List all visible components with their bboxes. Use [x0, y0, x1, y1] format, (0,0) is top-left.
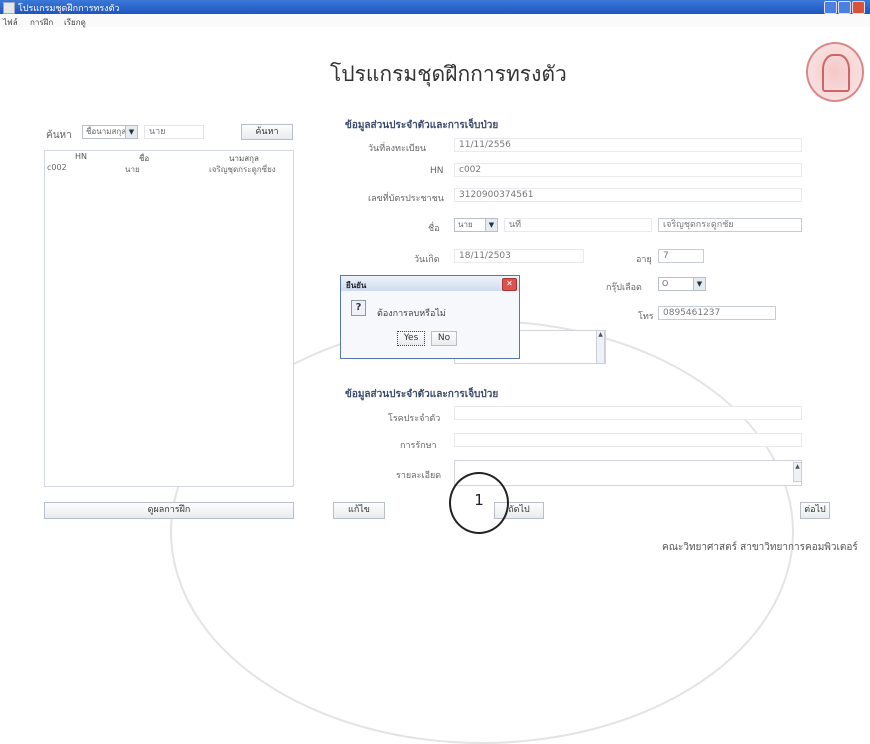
search-type-value: ชื่อนามสกุล: [86, 127, 127, 136]
hn-field[interactable]: c002: [454, 163, 802, 177]
no-button[interactable]: No: [431, 331, 457, 346]
section-heading-disease: ข้อมูลส่วนประจำตัวและการเจ็บป่วย: [345, 389, 499, 400]
maximize-icon[interactable]: [838, 1, 851, 14]
blood-label: กรุ๊ปเลือด: [606, 283, 642, 293]
notes-scrollbar[interactable]: ▲: [793, 462, 802, 482]
phone-label: โทร: [638, 312, 654, 322]
prefix-select[interactable]: นาย ▼: [454, 218, 498, 232]
treatment-field[interactable]: [454, 433, 802, 447]
treatment-label: การรักษา: [400, 441, 437, 451]
app-icon: [3, 2, 15, 14]
search-type-select[interactable]: ชื่อนามสกุล ▼: [82, 125, 138, 139]
yes-button[interactable]: Yes: [397, 331, 425, 346]
age-field[interactable]: 7: [658, 249, 704, 263]
cell-hn: c002: [47, 163, 67, 172]
menu-file[interactable]: ไฟล์: [3, 16, 18, 29]
university-seal-logo: [806, 42, 864, 102]
window-title: โปรแกรมชุดฝึกการทรงตัว: [18, 4, 120, 14]
birth-field[interactable]: 18/11/2503: [454, 249, 584, 263]
chevron-down-icon: ▼: [125, 126, 137, 138]
blood-select[interactable]: O ▼: [658, 277, 706, 291]
first-name-field[interactable]: นที: [504, 218, 652, 232]
id-field[interactable]: 3120900374561: [454, 188, 802, 202]
dialog-message: ต้องการลบหรือไม่: [377, 309, 446, 319]
notes-textarea[interactable]: [454, 460, 802, 486]
section-heading-patient: ข้อมูลส่วนประจำตัวและการเจ็บป่วย: [345, 120, 499, 131]
cell-last: เจริญชุดกระดูกซี่ยง: [209, 165, 276, 174]
birth-label: วันเกิด: [414, 255, 440, 265]
edit-button[interactable]: แก้ไข: [333, 502, 385, 519]
address-scrollbar[interactable]: ▲: [596, 330, 605, 364]
search-label: ค้นหา: [46, 130, 72, 141]
page-title: โปรแกรมชุดฝึกการทรงตัว: [330, 62, 567, 86]
close-icon[interactable]: [852, 1, 865, 14]
age-label: อายุ: [636, 255, 652, 265]
table-row[interactable]: c002 นาย เจริญชุดกระดูกซี่ยง: [45, 161, 291, 175]
close-icon[interactable]: ✕: [502, 278, 517, 291]
continue-button[interactable]: ต่อไป: [800, 502, 830, 519]
id-label: เลขที่บัตรประชาชน: [368, 194, 444, 204]
minimize-icon[interactable]: [824, 1, 837, 14]
disease-field[interactable]: [454, 406, 802, 420]
dialog-titlebar: ยืนยัน ✕: [341, 276, 519, 291]
chevron-down-icon: ▼: [693, 278, 705, 290]
phone-field[interactable]: 0895461237: [658, 306, 776, 320]
footer-credit: คณะวิทยาศาสตร์ สาขาวิทยาการคอมพิวเตอร์: [662, 542, 858, 553]
dialog-title: ยืนยัน: [346, 281, 367, 290]
chevron-down-icon: ▼: [485, 219, 497, 231]
notes-label: รายละเอียด: [396, 471, 442, 481]
name-label: ชื่อ: [428, 224, 440, 234]
menu-bar: ไฟล์ การฝึก เรียกดู: [0, 15, 870, 27]
window-titlebar: โปรแกรมชุดฝึกการทรงตัว: [0, 0, 870, 14]
disease-label: โรคประจำตัว: [388, 414, 441, 424]
hn-label: HN: [430, 166, 444, 176]
last-name-field[interactable]: เจริญชุดกระดูกชัย: [658, 218, 802, 232]
page-number: 1: [474, 491, 484, 509]
search-input[interactable]: นาย: [144, 125, 204, 139]
menu-view[interactable]: เรียกดู: [64, 16, 86, 29]
search-button[interactable]: ค้นหา: [241, 124, 293, 140]
view-results-button[interactable]: ดูผลการฝึก: [44, 502, 294, 519]
page-marker-circle: 1: [449, 472, 509, 534]
menu-training[interactable]: การฝึก: [30, 16, 53, 29]
cell-first: นาย: [125, 165, 140, 174]
confirm-dialog: ยืนยัน ✕ ? ต้องการลบหรือไม่ Yes No: [340, 275, 520, 359]
reg-date-field[interactable]: 11/11/2556: [454, 138, 802, 152]
reg-date-label: วันที่ลงทะเบียน: [368, 144, 427, 154]
search-results-table[interactable]: HN ชื่อ นามสกุล c002 นาย เจริญชุดกระดูกซ…: [44, 150, 294, 487]
column-header-hn: HN: [75, 152, 87, 161]
question-icon: ?: [351, 300, 366, 316]
